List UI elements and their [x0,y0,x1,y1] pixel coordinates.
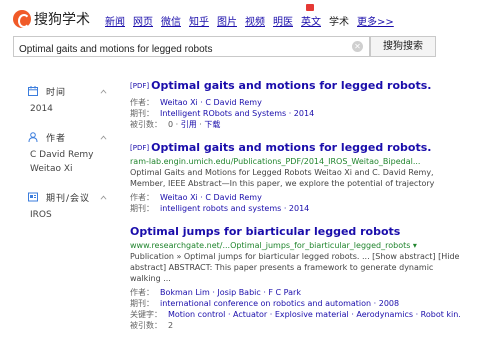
search-button[interactable]: 搜狗搜索 [370,36,436,57]
search-box: ✕ [13,36,370,59]
result-journal-row: 期刊： international conference on robotics … [130,299,400,308]
filter-item[interactable]: C David Remy [28,148,123,162]
pdf-tag: [PDF] [130,82,150,90]
cite-link[interactable]: 引用 [181,120,197,129]
nav-scholar[interactable]: 学术 [329,13,349,28]
journal-link[interactable]: Intelligent RObots and Systems · 2014 [160,109,314,118]
journal-icon [28,192,38,202]
nav-mingyi[interactable]: 明医 [273,13,293,28]
download-link[interactable]: 下载 [204,120,220,129]
clear-icon[interactable]: ✕ [352,41,363,52]
result-title: Optimal jumps for biarticular legged rob… [130,225,401,238]
author-links[interactable]: Weitao Xi · C David Remy [160,98,262,107]
header: 搜狗学术 新闻 网页 微信 知乎 图片 视频 明医 英文 学术 更多>> ✕ 搜… [0,0,477,66]
result-journal-row: 期刊： Intelligent RObots and Systems · 2014 [130,109,315,118]
result-title: Optimal gaits and motions for legged rob… [151,79,432,92]
results-list: [PDF] Optimal gaits and motions for legge… [130,78,460,341]
cited-count: 0 [168,120,174,129]
result-authors-row: 作者： Bokman Lim · Josip Babic · F C Park [130,288,301,297]
search-input[interactable] [14,40,344,59]
filter-journal-header[interactable]: 期刊/会议 [28,190,123,204]
result-snippet: Publication » Optimal jumps for biarticu… [130,252,460,283]
result-item: [PDF] Optimal gaits and motions for legge… [130,78,460,130]
calendar-icon [28,86,38,96]
filter-author: 作者 C David Remy Weitao Xi [28,130,123,176]
filter-sidebar: 时间 2014 作者 C David Remy Weitao Xi 期刊/会议 … [28,84,123,236]
cited-count: 2 [168,321,174,330]
nav-english[interactable]: 英文 [301,4,321,28]
filter-time: 时间 2014 [28,84,123,116]
result-title: Optimal gaits and motions for legged rob… [151,141,432,154]
author-links[interactable]: Bokman Lim · Josip Babic · F C Park [160,288,301,297]
filter-time-header[interactable]: 时间 [28,84,123,98]
result-item: Optimal jumps for biarticular legged rob… [130,224,460,331]
result-authors-row: 作者： Weitao Xi · C David Remy [130,193,262,202]
new-badge-icon [306,4,314,11]
nav-zhihu[interactable]: 知乎 [189,13,209,28]
filter-label: 时间 [46,87,67,98]
nav-news[interactable]: 新闻 [105,13,125,28]
filter-item[interactable]: Weitao Xi [28,162,123,176]
result-title-link[interactable]: Optimal jumps for biarticular legged rob… [130,224,460,240]
result-url[interactable]: ram-lab.engin.umich.edu/Publications_PDF… [130,156,460,167]
person-icon [28,132,38,142]
chevron-up-icon[interactable] [100,194,107,201]
filter-label: 作者 [46,133,67,144]
nav-weixin[interactable]: 微信 [161,13,181,28]
top-nav: 新闻 网页 微信 知乎 图片 视频 明医 英文 学术 更多>> [105,4,402,28]
chevron-up-icon[interactable] [100,88,107,95]
nav-video[interactable]: 视频 [245,13,265,28]
result-keywords-row: 关键字： Motion control · Actuator · Explosiv… [130,309,460,320]
logo-text: 搜狗学术 [34,12,90,28]
nav-images[interactable]: 图片 [217,13,237,28]
filter-item[interactable]: IROS [28,208,123,222]
result-journal-row: 期刊： intelligent robots and systems · 2014 [130,204,310,213]
filter-label: 期刊/会议 [46,193,91,204]
filter-item[interactable]: 2014 [28,102,123,116]
chevron-up-icon[interactable] [100,134,107,141]
pdf-tag: [PDF] [130,144,150,152]
result-item: [PDF] Optimal gaits and motions for legge… [130,140,460,214]
result-snippet: Optimal Gaits and Motions for Legged Rob… [130,168,435,188]
result-authors-row: 作者： Weitao Xi · C David Remy [130,98,262,107]
journal-link[interactable]: international conference on robotics and… [160,299,399,308]
sogou-logo-icon [13,10,31,28]
filter-journal: 期刊/会议 IROS [28,190,123,222]
result-cited-row: 被引数： 2 [130,321,174,330]
keyword-links[interactable]: Motion control · Actuator · Explosive ma… [168,310,460,319]
nav-web[interactable]: 网页 [133,13,153,28]
sogou-logo[interactable]: 搜狗学术 [13,9,90,29]
nav-more[interactable]: 更多>> [357,13,394,28]
result-url[interactable]: www.researchgate.net/...Optimal_jumps_fo… [130,240,460,251]
result-title-link[interactable]: [PDF] Optimal gaits and motions for legge… [130,78,460,94]
result-title-link[interactable]: [PDF] Optimal gaits and motions for legge… [130,140,460,156]
result-cited-row: 被引数： 0 · 引用 · 下载 [130,120,221,129]
journal-link[interactable]: intelligent robots and systems · 2014 [160,204,309,213]
author-links[interactable]: Weitao Xi · C David Remy [160,193,262,202]
filter-author-header[interactable]: 作者 [28,130,123,144]
